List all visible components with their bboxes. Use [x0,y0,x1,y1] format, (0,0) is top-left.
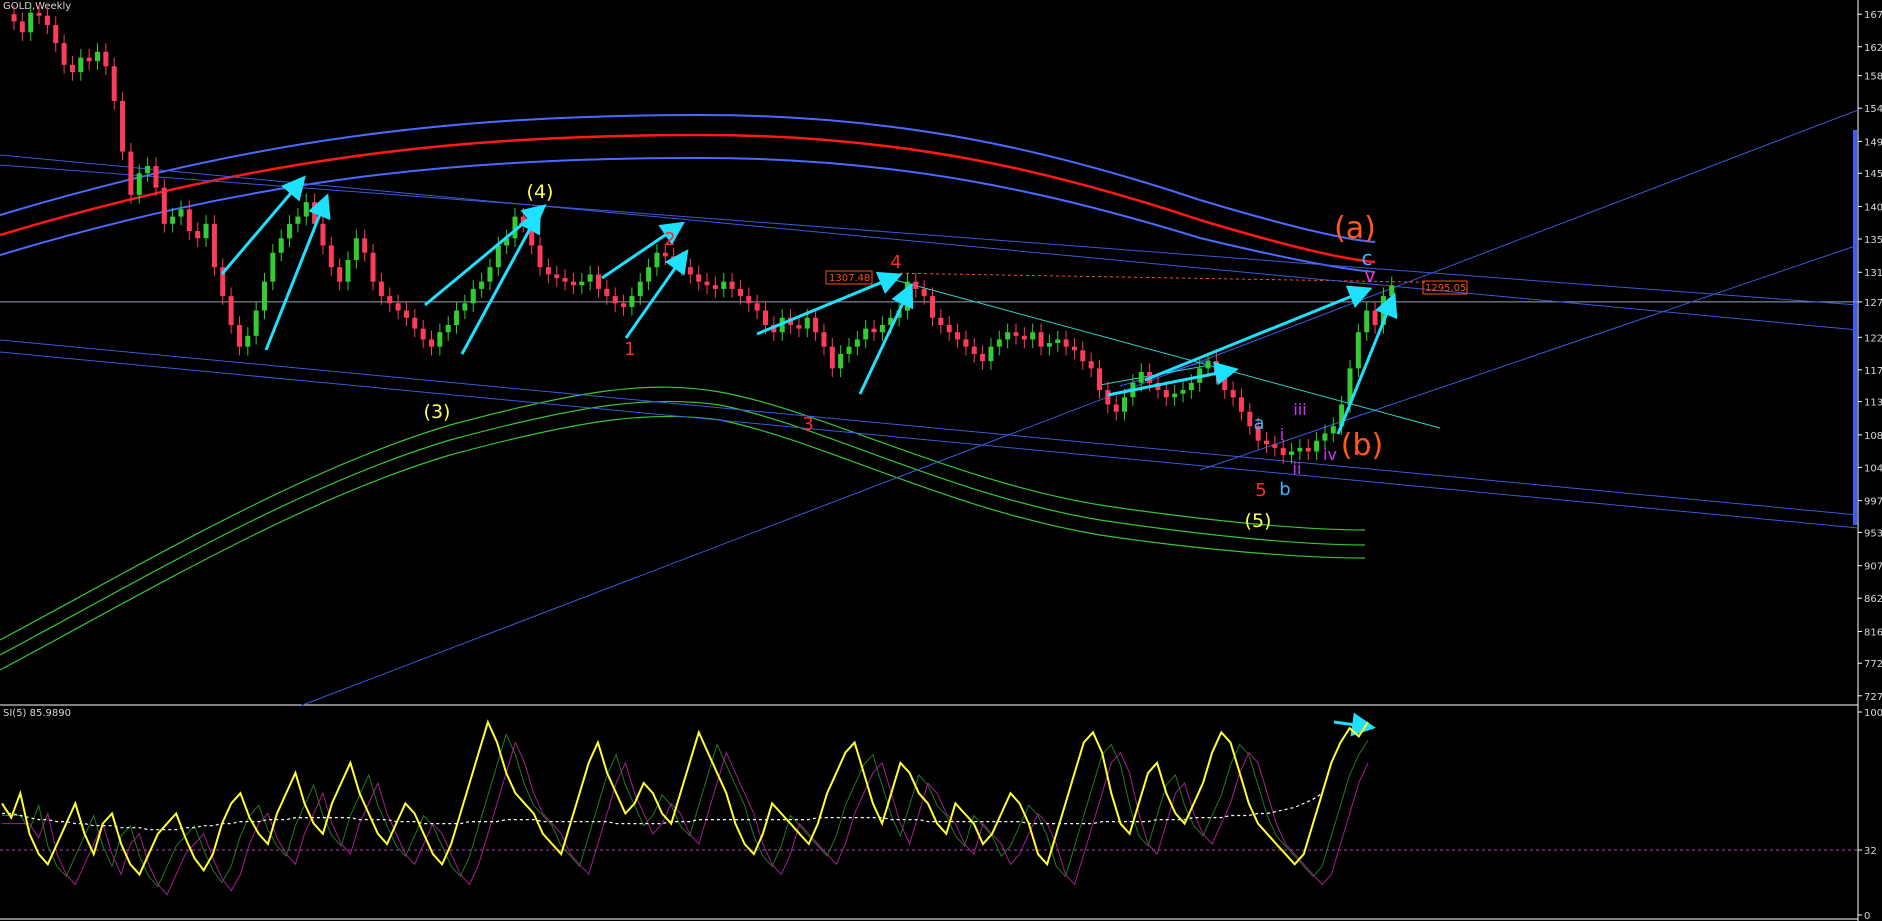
indicator-panel: 100 32 0 [0,708,1882,921]
axis-tick-label: 907 [1864,562,1882,573]
wave-label: a [1253,413,1264,434]
axis-tick-label: 1088 [1864,431,1882,442]
axis-tick-label: 772 [1864,659,1882,670]
axis-tick-label: 1178 [1864,366,1882,377]
axis-tick-label: 1625 [1864,43,1882,54]
axis-tick-label: 1272 [1864,298,1882,309]
main-panel-bg [0,0,1858,703]
wave-label: v [1365,266,1376,287]
axis-tick-label: 1134 [1864,398,1882,409]
price-tag-1307: 1307.48 [825,270,873,285]
chart-stage: GOLD,Weekly SI(5) 85.9890 (a) c v (b) (4) (3)… [0,0,1882,921]
price-tag-1295-text: 1295.05 [1425,283,1466,294]
axis-tick-label: 727 [1864,692,1882,703]
axis-tick-label: 997 [1864,497,1882,508]
indicator-title: SI(5) 85.9890 [3,708,71,719]
wave-label: i [1280,425,1284,444]
wave-label: 2 [664,229,675,250]
wave-label: (5) [1245,510,1272,532]
wave-label: 1 [624,339,635,360]
wave-label: ii [1293,459,1302,478]
wave-label: (b) [1341,428,1383,463]
axis-tick-label: 1359 [1864,235,1882,246]
wave-label: iv [1323,445,1337,464]
axis-tick-label: 1585 [1864,72,1882,83]
candle[interactable] [211,215,217,276]
candle[interactable] [120,92,126,161]
axis-tick-label: 1223 [1864,333,1882,344]
axis-tick-label: 816 [1864,627,1882,638]
wave-label: 3 [802,414,813,435]
axis-tick-label: 862 [1864,594,1882,605]
wave-label: (4) [527,181,554,203]
wave-label: 5 [1255,480,1266,501]
axis-tick-label: 1540 [1864,104,1882,115]
wave-label: (a) [1334,211,1376,246]
wave-label: 4 [890,252,901,273]
price-tag-1295: 1295.05 [1422,280,1468,295]
ind-axis-tick-label: 0 [1864,911,1870,921]
price-axis: 1670 1625 1585 1540 1494 1450 1404 1359 1313 1272… [1858,10,1882,703]
wave-label: iii [1293,400,1306,419]
axis-tick-label: 1450 [1864,169,1882,180]
chart-title: GOLD,Weekly [3,1,71,12]
axis-tick-label: 1043 [1864,463,1882,474]
candle[interactable] [128,142,134,204]
price-chart: GOLD,Weekly SI(5) 85.9890 (a)cv(b)(4)(3)… [0,0,1882,921]
ind-main-line[interactable] [1,719,1369,877]
axis-scroll-marker[interactable] [1853,130,1857,525]
axis-tick-label: 1404 [1864,202,1882,213]
axis-tick-label: 1313 [1864,268,1882,279]
axis-tick-label: 1670 [1864,10,1882,21]
ind-axis-tick-label: 100 [1864,708,1882,719]
price-tag-1307-text: 1307.48 [829,273,870,284]
axis-tick-label: 953 [1864,528,1882,539]
wave-label: b [1279,479,1290,500]
ind-signal-magenta[interactable] [2,741,1369,896]
ind-axis-tick-label: 32 [1864,846,1877,857]
wave-label: (3) [424,401,451,423]
axis-tick-label: 1494 [1864,137,1882,148]
